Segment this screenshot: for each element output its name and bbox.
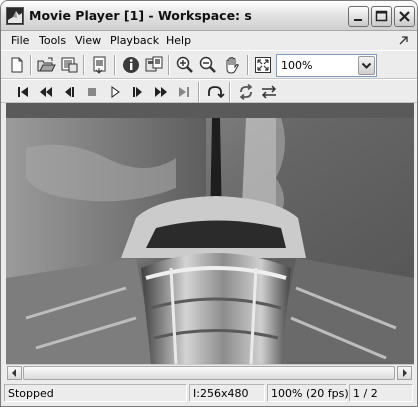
export-icon[interactable]	[90, 55, 110, 75]
toolbar-separator	[83, 55, 85, 75]
toolbar-separator	[247, 55, 249, 75]
status-frame-counter: 1 / 2	[353, 387, 378, 400]
new-icon[interactable]	[7, 55, 27, 75]
shuttle-video-frame-image	[6, 118, 414, 364]
toolbar-separator	[168, 55, 170, 75]
menu-help[interactable]: Help	[166, 34, 191, 47]
menu-bar: File Tools View Playback Help	[1, 31, 417, 50]
maximize-button[interactable]	[371, 6, 392, 27]
chevron-down-icon[interactable]	[358, 56, 375, 75]
playback-toolbar	[1, 79, 417, 103]
video-frame[interactable]	[6, 118, 414, 364]
status-zoom-fps-cell: 100% (20 fps)	[267, 384, 349, 402]
step-back-icon[interactable]	[59, 82, 79, 102]
forward-backward-icon[interactable]	[259, 82, 279, 102]
go-to-first-icon[interactable]	[13, 82, 33, 102]
zoom-value: 100%	[281, 59, 313, 72]
status-state-cell: Stopped	[4, 384, 187, 402]
status-bar: Stopped I:256x480 100% (20 fps) 1 / 2	[1, 381, 417, 406]
toolbar-separator	[198, 82, 200, 102]
play-icon[interactable]	[105, 82, 125, 102]
status-frame-info: I:256x480	[193, 387, 249, 400]
open-icon[interactable]	[36, 55, 56, 75]
menu-view[interactable]: View	[75, 34, 101, 47]
menu-playback[interactable]: Playback	[110, 34, 159, 47]
fast-forward-icon[interactable]	[151, 82, 171, 102]
scrollbar-thumb[interactable]	[23, 366, 395, 380]
main-toolbar: 100%	[1, 50, 417, 79]
menu-tools[interactable]: Tools	[39, 34, 66, 47]
status-frame-counter-cell: 1 / 2	[349, 384, 413, 402]
zoom-out-icon[interactable]	[198, 55, 218, 75]
scroll-right-button[interactable]	[397, 366, 412, 380]
matlab-logo-icon	[6, 7, 24, 25]
stop-icon[interactable]	[82, 82, 102, 102]
step-forward-icon[interactable]	[128, 82, 148, 102]
window-title: Movie Player [1] - Workspace: s	[29, 8, 252, 23]
zoom-in-icon[interactable]	[175, 55, 195, 75]
movie-player-window: Movie Player [1] - Workspace: s File Too…	[0, 0, 418, 407]
toolbar-separator	[114, 55, 116, 75]
status-zoom-fps: 100% (20 fps)	[271, 387, 349, 400]
import-icon[interactable]	[59, 55, 79, 75]
menu-file[interactable]: File	[11, 34, 29, 47]
pan-hand-icon[interactable]	[222, 55, 242, 75]
info-icon[interactable]	[121, 55, 141, 75]
colormap-icon[interactable]	[144, 55, 164, 75]
toolbar-separator	[229, 82, 231, 102]
jump-to-icon[interactable]	[205, 82, 225, 102]
rewind-icon[interactable]	[36, 82, 56, 102]
minimize-button[interactable]	[348, 6, 369, 27]
title-bar[interactable]: Movie Player [1] - Workspace: s	[1, 1, 417, 31]
close-button[interactable]	[394, 6, 415, 27]
dock-arrow-icon[interactable]	[398, 34, 410, 46]
scroll-left-button[interactable]	[7, 366, 22, 380]
toolbar-separator	[30, 55, 32, 75]
horizontal-scrollbar[interactable]	[6, 364, 414, 380]
fit-window-icon[interactable]	[253, 55, 273, 75]
status-state: Stopped	[8, 387, 54, 400]
go-to-last-icon[interactable]	[174, 82, 194, 102]
status-frame-info-cell: I:256x480	[189, 384, 265, 402]
zoom-select[interactable]: 100%	[276, 54, 377, 77]
repeat-icon[interactable]	[236, 82, 256, 102]
video-top-strip	[6, 103, 414, 118]
